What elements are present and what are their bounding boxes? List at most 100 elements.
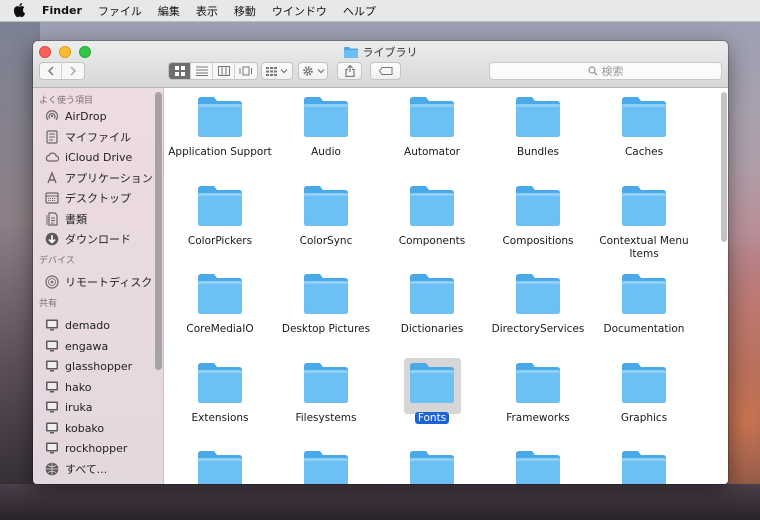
sidebar-item-shared-hako[interactable]: hako [45,377,91,397]
sidebar-item-all-my-files[interactable]: マイファイル [45,127,131,147]
folder-item[interactable] [379,442,485,484]
folder-item[interactable] [591,442,697,484]
window-title: ライブラリ [33,44,728,60]
folder-icon [408,362,456,404]
sidebar-item-shared-all[interactable]: すべて... [45,459,107,479]
sidebar-item-shared-iruka[interactable]: iruka [45,397,92,417]
sidebar-item-label: hako [65,380,92,394]
folder-label-text: Graphics [620,411,668,424]
folder-item[interactable]: Contextual Menu Items [591,177,697,263]
sidebar-item-remote-disc[interactable]: リモートディスク [45,272,152,292]
search-placeholder: 検索 [601,65,624,78]
back-button[interactable] [40,63,62,79]
view-columns-button[interactable] [213,63,235,79]
display-icon [45,421,59,435]
sidebar-header-shared: 共有 [39,299,58,309]
share-button[interactable] [337,62,362,80]
sidebar-item-label: 書類 [65,213,87,226]
apple-menu-icon[interactable] [12,3,28,19]
folder-item[interactable]: Components [379,177,485,263]
sidebar-item-label: すべて... [65,463,108,476]
finder-window: ライブラリ 検索 よく使う項目 AirDrop マイファイル iCloud Dr… [33,41,728,484]
folder-icon [620,273,668,315]
menu-edit[interactable]: 編集 [158,3,180,19]
view-icons-button[interactable] [169,63,191,79]
folder-item[interactable]: Audio [273,88,379,174]
sidebar-item-icloud-drive[interactable]: iCloud Drive [45,147,132,167]
folder-item[interactable]: Bundles [485,88,591,174]
folder-item[interactable]: Filesystems [273,354,379,440]
network-icon [45,462,59,476]
folder-item[interactable]: Caches [591,88,697,174]
sidebar-item-shared-demado[interactable]: demado [45,315,110,335]
folder-item[interactable]: Graphics [591,354,697,440]
folder-item[interactable] [273,442,379,484]
folder-item[interactable]: ColorSync [273,177,379,263]
sidebar-item-shared-kobako[interactable]: kobako [45,418,104,438]
search-input[interactable]: 検索 [489,62,722,80]
tags-button[interactable] [370,62,401,80]
folder-icon [302,450,350,484]
folder-label: Frameworks [485,412,591,425]
folder-item[interactable]: ColorPickers [167,177,273,263]
sidebar-item-airdrop[interactable]: AirDrop [45,106,107,126]
folder-label: Automator [379,146,485,159]
folder-label: DirectoryServices [485,323,591,336]
sidebar-item-desktop[interactable]: デスクトップ [45,188,131,208]
action-button[interactable] [298,62,328,80]
menu-view[interactable]: 表示 [196,3,218,19]
folder-label: Extensions [167,412,273,425]
sidebar-item-shared-engawa[interactable]: engawa [45,336,108,356]
cover-flow-icon [239,66,252,76]
folder-item[interactable]: Compositions [485,177,591,263]
menu-help[interactable]: ヘルプ [343,3,376,19]
view-list-button[interactable] [191,63,213,79]
folder-icon [620,185,668,227]
folder-item[interactable]: Application Support [167,88,273,174]
folder-label-text: Caches [624,146,664,158]
folder-label: Filesystems [273,412,379,425]
folder-item[interactable]: Automator [379,88,485,174]
folder-icon [620,450,668,484]
folder-item[interactable]: Frameworks [485,354,591,440]
forward-button[interactable] [62,63,84,79]
arrange-button[interactable] [261,62,293,80]
folder-item[interactable]: Fonts [379,354,485,440]
folder-item[interactable] [485,442,591,484]
menu-file[interactable]: ファイル [98,3,142,19]
sidebar-item-label: glasshopper [65,359,133,373]
folder-item[interactable]: DirectoryServices [485,265,591,351]
sidebar-item-applications[interactable]: アプリケーション [45,168,153,188]
remote-disc-icon [45,275,59,289]
folder-item[interactable] [167,442,273,484]
folder-item[interactable]: Dictionaries [379,265,485,351]
folder-label-text: Filesystems [295,411,357,424]
sidebar-item-documents[interactable]: 書類 [45,209,87,229]
folder-icon [302,185,350,227]
sidebar-item-shared-rockhopper[interactable]: rockhopper [45,438,127,458]
menu-app-name[interactable]: Finder [42,4,82,17]
sidebar-item-shared-glasshopper[interactable]: glasshopper [45,356,132,376]
folder-icon [514,362,562,404]
menu-window[interactable]: ウインドウ [272,3,327,19]
airdrop-icon [45,109,59,123]
folder-label: Application Support [167,146,273,159]
sidebar-scrollbar[interactable] [155,92,162,370]
folder-item[interactable]: Documentation [591,265,697,351]
view-coverflow-button[interactable] [235,63,257,79]
menu-go[interactable]: 移動 [234,3,256,19]
folder-label-text: DirectoryServices [491,323,585,335]
sidebar-item-label: iCloud Drive [65,150,133,164]
folder-label: Documentation [591,323,697,336]
sidebar-item-label: マイファイル [65,131,131,144]
folder-item[interactable]: Desktop Pictures [273,265,379,351]
folder-item[interactable]: Extensions [167,354,273,440]
display-icon [45,441,59,455]
folder-label-text: Contextual Menu Items [599,234,689,260]
folder-item[interactable]: CoreMediaIO [167,265,273,351]
folder-label: Bundles [485,146,591,159]
folder-label-text: Application Support [168,146,272,158]
sidebar-item-downloads[interactable]: ダウンロード [45,229,131,249]
content-scrollbar[interactable] [721,92,727,242]
folder-label: Compositions [485,235,591,248]
